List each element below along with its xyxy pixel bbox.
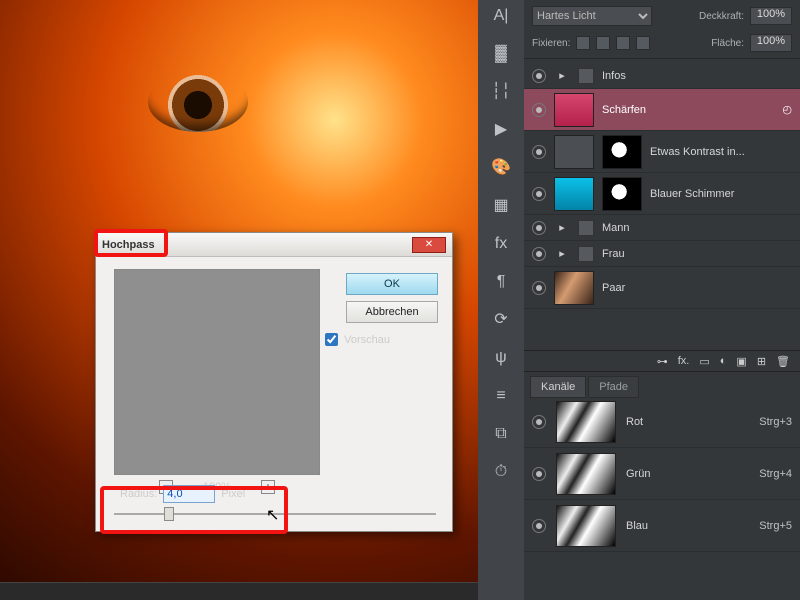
lock-all-icon[interactable] bbox=[636, 36, 650, 50]
layer-group[interactable]: ▸ Mann bbox=[524, 215, 800, 241]
smart-filter-icon[interactable]: ◴ bbox=[782, 103, 792, 116]
layer-name[interactable]: Frau bbox=[602, 248, 792, 260]
layer-name[interactable]: Paar bbox=[602, 282, 792, 294]
channel-row[interactable]: Blau Strg+5 bbox=[524, 500, 800, 552]
styles-panel-icon[interactable]: fx bbox=[491, 234, 511, 254]
folder-icon bbox=[578, 246, 594, 262]
tab-paths[interactable]: Pfade bbox=[588, 376, 639, 398]
lock-transparency-icon[interactable] bbox=[576, 36, 590, 50]
layer-name[interactable]: Schärfen bbox=[602, 104, 774, 116]
channel-thumbnail[interactable] bbox=[556, 505, 616, 547]
filter-preview[interactable] bbox=[114, 269, 320, 475]
layer-row[interactable]: Etwas Kontrast in... bbox=[524, 131, 800, 173]
delete-layer-icon[interactable]: 🗑 bbox=[776, 355, 790, 368]
adjustment-icon[interactable] bbox=[554, 135, 594, 169]
paragraph-panel-icon[interactable]: ▓ bbox=[491, 44, 511, 64]
close-icon[interactable]: ✕ bbox=[412, 237, 446, 253]
annotation-highlight bbox=[94, 229, 168, 257]
folder-icon bbox=[578, 220, 594, 236]
new-layer-icon[interactable]: ⊞ bbox=[757, 355, 766, 368]
layer-list[interactable]: ▸ Infos Schärfen ◴ Etwas Kontrast in... bbox=[524, 59, 800, 309]
visibility-icon[interactable] bbox=[532, 415, 546, 429]
layer-mask-thumbnail[interactable] bbox=[602, 177, 642, 211]
visibility-icon[interactable] bbox=[532, 103, 546, 117]
channel-thumbnail[interactable] bbox=[556, 453, 616, 495]
channels-list[interactable]: Rot Strg+3 Grün Strg+4 Blau Strg+5 bbox=[524, 396, 800, 552]
fill-layer-thumbnail[interactable] bbox=[554, 177, 594, 211]
layer-row[interactable]: Paar bbox=[524, 267, 800, 309]
visibility-icon[interactable] bbox=[532, 281, 546, 295]
layer-name[interactable]: Infos bbox=[602, 70, 792, 82]
blend-mode-select[interactable]: Hartes Licht bbox=[532, 6, 652, 26]
timeline-panel-icon[interactable]: ⏱ bbox=[491, 462, 511, 482]
folder-icon bbox=[578, 68, 594, 84]
character-panel-icon[interactable]: A| bbox=[491, 6, 511, 26]
layers-panel-footer: ⊶ fx. ▭ ◐ ▣ ⊞ 🗑 bbox=[524, 350, 800, 372]
lock-label: Fixieren: bbox=[532, 38, 570, 49]
opacity-value[interactable]: 100% bbox=[750, 7, 792, 25]
color-panel-icon[interactable]: ▦ bbox=[491, 196, 511, 216]
channel-name: Grün bbox=[626, 468, 749, 480]
new-adjustment-icon[interactable]: ◐ bbox=[720, 355, 727, 367]
layers-panel-icon[interactable]: ⧉ bbox=[491, 424, 511, 444]
preview-checkbox-label: Vorschau bbox=[344, 334, 390, 346]
visibility-icon[interactable] bbox=[532, 247, 546, 261]
layer-mask-thumbnail[interactable] bbox=[602, 135, 642, 169]
link-layers-icon[interactable]: ⊶ bbox=[657, 355, 668, 368]
visibility-icon[interactable] bbox=[532, 467, 546, 481]
layer-name[interactable]: Mann bbox=[602, 222, 792, 234]
layer-thumbnail[interactable] bbox=[554, 93, 594, 127]
actions-panel-icon[interactable]: ▶ bbox=[491, 120, 511, 140]
document-status-bar bbox=[0, 582, 478, 600]
disclosure-triangle-icon[interactable]: ▸ bbox=[554, 221, 570, 234]
layer-thumbnail[interactable] bbox=[554, 271, 594, 305]
disclosure-triangle-icon[interactable]: ▸ bbox=[554, 247, 570, 260]
visibility-icon[interactable] bbox=[532, 145, 546, 159]
preview-checkbox[interactable]: Vorschau bbox=[325, 333, 390, 346]
channel-name: Rot bbox=[626, 416, 749, 428]
properties-panel-icon[interactable]: ≡ bbox=[491, 386, 511, 406]
preview-checkbox-input[interactable] bbox=[325, 333, 338, 346]
paragraph-styles-panel-icon[interactable]: ¶ bbox=[491, 272, 511, 292]
layer-row-selected[interactable]: Schärfen ◴ bbox=[524, 89, 800, 131]
visibility-icon[interactable] bbox=[532, 221, 546, 235]
layer-group[interactable]: ▸ Infos bbox=[524, 63, 800, 89]
channel-shortcut: Strg+5 bbox=[759, 520, 792, 532]
channel-shortcut: Strg+3 bbox=[759, 416, 792, 428]
layer-name[interactable]: Blauer Schimmer bbox=[650, 188, 792, 200]
fill-label: Fläche: bbox=[711, 38, 744, 49]
collapsed-panel-strip[interactable]: A| ▓ ┆╎ ▶ 🎨 ▦ fx ¶ ⟳ ψ ≡ ⧉ ⏱ bbox=[478, 0, 524, 600]
layers-panel: Hartes Licht Deckkraft: 100% Fixieren: F… bbox=[524, 0, 800, 309]
layer-row[interactable]: Blauer Schimmer bbox=[524, 173, 800, 215]
add-mask-icon[interactable]: ▭ bbox=[699, 355, 709, 368]
opacity-label: Deckkraft: bbox=[699, 11, 744, 22]
swatches-panel-icon[interactable]: 🎨 bbox=[491, 158, 511, 178]
history-panel-icon[interactable]: ⟳ bbox=[491, 310, 511, 330]
lock-pixels-icon[interactable] bbox=[596, 36, 610, 50]
fill-value[interactable]: 100% bbox=[750, 34, 792, 52]
visibility-icon[interactable] bbox=[532, 519, 546, 533]
lock-position-icon[interactable] bbox=[616, 36, 630, 50]
visibility-icon[interactable] bbox=[532, 187, 546, 201]
ok-button[interactable]: OK bbox=[346, 273, 438, 295]
channel-row[interactable]: Rot Strg+3 bbox=[524, 396, 800, 448]
tab-channels[interactable]: Kanäle bbox=[530, 376, 586, 398]
layer-name[interactable]: Etwas Kontrast in... bbox=[650, 146, 792, 158]
adjustments-panel-icon[interactable]: ┆╎ bbox=[491, 82, 511, 102]
new-group-icon[interactable]: ▣ bbox=[736, 355, 746, 368]
visibility-icon[interactable] bbox=[532, 69, 546, 83]
layer-effects-icon[interactable]: fx. bbox=[678, 355, 690, 367]
clone-source-panel-icon[interactable]: ψ bbox=[491, 348, 511, 368]
channel-row[interactable]: Grün Strg+4 bbox=[524, 448, 800, 500]
annotation-highlight bbox=[100, 486, 288, 534]
channel-name: Blau bbox=[626, 520, 749, 532]
right-panel-area: A| ▓ ┆╎ ▶ 🎨 ▦ fx ¶ ⟳ ψ ≡ ⧉ ⏱ Hartes Lich… bbox=[478, 0, 800, 600]
cancel-button[interactable]: Abbrechen bbox=[346, 301, 438, 323]
layer-group[interactable]: ▸ Frau bbox=[524, 241, 800, 267]
channel-thumbnail[interactable] bbox=[556, 401, 616, 443]
disclosure-triangle-icon[interactable]: ▸ bbox=[554, 69, 570, 82]
channel-shortcut: Strg+4 bbox=[759, 468, 792, 480]
